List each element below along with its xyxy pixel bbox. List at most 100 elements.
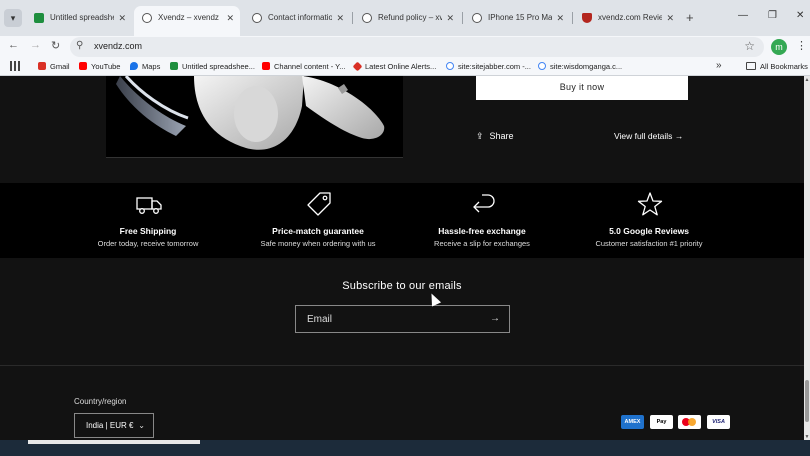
- tab-xvendz-reviews[interactable]: xvendz.com Reviews ✕: [574, 8, 680, 28]
- folder-icon: [746, 62, 756, 70]
- shield-icon: [582, 13, 592, 23]
- minimize-icon[interactable]: —: [738, 10, 748, 21]
- email-input[interactable]: [296, 306, 486, 332]
- feature-subtitle: Order today, receive tomorrow: [97, 239, 199, 248]
- site-info-icon[interactable]: ⚲: [76, 40, 83, 51]
- country-region-label: Country/region: [74, 397, 127, 406]
- bookmark-latest-online-alerts[interactable]: Latest Online Alerts...: [352, 61, 437, 73]
- chevron-down-icon: ⌄: [138, 421, 145, 430]
- product-image-airpods-max[interactable]: [106, 76, 403, 158]
- visa-icon: VISA: [707, 415, 730, 429]
- youtube-icon: [262, 62, 270, 70]
- country-region-value: India | EUR €: [86, 421, 134, 430]
- alert-icon: [352, 61, 363, 72]
- price-tag-icon: [307, 192, 331, 216]
- gmail-icon: [38, 62, 46, 70]
- arrow-right-icon: →: [674, 131, 684, 141]
- close-tab-icon[interactable]: ✕: [336, 8, 344, 28]
- star-icon: [637, 192, 663, 216]
- bookmark-sitejabber[interactable]: site:sitejabber.com -...: [446, 61, 531, 73]
- apps-grid-icon[interactable]: [10, 61, 20, 71]
- tab-separator: [352, 12, 353, 24]
- omnibox[interactable]: ⚲ xvendz.com ☆: [70, 37, 764, 57]
- bookmark-channel-content[interactable]: Channel content - Y...: [262, 61, 345, 73]
- bookmark-maps[interactable]: Maps: [130, 61, 160, 73]
- globe-icon: [142, 13, 152, 23]
- tab-untitled-spreadsheet[interactable]: Untitled spreadsheet ✕: [26, 8, 132, 28]
- bookmark-youtube[interactable]: YouTube: [79, 61, 120, 73]
- features-bar: Free Shipping Order today, receive tomor…: [0, 183, 804, 258]
- bookmark-label: All Bookmarks: [760, 62, 808, 71]
- bookmark-label: Untitled spreadshee...: [182, 62, 255, 71]
- apple-pay-icon: Pay: [650, 415, 673, 429]
- restore-icon[interactable]: ❐: [768, 10, 777, 21]
- scrollbar-thumb[interactable]: [805, 380, 809, 422]
- amex-icon: AMEX: [621, 415, 644, 429]
- tab-search-button[interactable]: ▾: [4, 9, 22, 27]
- amex-label: AMEX: [624, 419, 641, 425]
- back-icon[interactable]: ←: [8, 39, 19, 51]
- apple-pay-label: Pay: [656, 419, 667, 425]
- feature-google-reviews: 5.0 Google Reviews Customer satisfaction…: [559, 183, 739, 258]
- tab-xvendz[interactable]: Xvendz – xvendz ✕: [134, 6, 240, 36]
- feature-hassle-free-exchange: Hassle-free exchange Receive a slip for …: [392, 183, 572, 258]
- close-tab-icon[interactable]: ✕: [446, 8, 454, 28]
- email-field[interactable]: →: [295, 305, 510, 333]
- subscribe-arrow-icon[interactable]: →: [490, 313, 500, 324]
- bookmark-gmail[interactable]: Gmail: [38, 61, 70, 73]
- sheets-icon: [170, 62, 178, 70]
- tab-title: Contact information: [268, 13, 332, 22]
- forward-icon[interactable]: →: [30, 39, 41, 51]
- tab-contact-information[interactable]: Contact information ✕: [244, 8, 350, 28]
- view-full-details-link[interactable]: View full details →: [614, 131, 683, 141]
- view-full-details-label: View full details: [614, 131, 673, 141]
- address-bar: ← → ↻ ⚲ xvendz.com ☆ m ⋮: [0, 36, 810, 58]
- close-tab-icon[interactable]: ✕: [226, 6, 234, 30]
- feature-title: 5.0 Google Reviews: [609, 226, 689, 236]
- tab-title: IPhone 15 Pro Max: [488, 13, 552, 22]
- feature-price-match: Price-match guarantee Safe money when or…: [228, 183, 408, 258]
- bookmarks-bar: Gmail YouTube Maps Untitled spreadshee..…: [0, 58, 810, 76]
- taskbar-strip: [0, 440, 810, 456]
- tab-iphone-15-pro-max[interactable]: IPhone 15 Pro Max ✕: [464, 8, 570, 28]
- menu-kebab-icon[interactable]: ⋮: [796, 39, 807, 52]
- new-tab-icon[interactable]: +: [686, 10, 694, 25]
- url-text[interactable]: xvendz.com: [94, 41, 142, 51]
- close-tab-icon[interactable]: ✕: [118, 8, 126, 28]
- bookmark-label: site:wisdomganga.c...: [550, 62, 623, 71]
- mastercard-icon: [678, 415, 701, 429]
- country-region-select[interactable]: India | EUR € ⌄: [74, 413, 154, 438]
- share-button[interactable]: ⇪ Share: [476, 131, 514, 142]
- bookmark-untitled-spreadsheet[interactable]: Untitled spreadshee...: [170, 61, 255, 73]
- tab-separator: [572, 12, 573, 24]
- close-tab-icon[interactable]: ✕: [666, 8, 674, 28]
- buy-it-now-button[interactable]: Buy it now: [476, 76, 688, 100]
- screen: ▾ Untitled spreadsheet ✕ Xvendz – xvendz…: [0, 0, 810, 456]
- feature-title: Price-match guarantee: [272, 226, 364, 236]
- bookmark-label: Latest Online Alerts...: [365, 62, 437, 71]
- close-tab-icon[interactable]: ✕: [556, 8, 564, 28]
- close-window-icon[interactable]: ✕: [796, 10, 804, 21]
- tab-refund-policy[interactable]: Refund policy – xvendz ✕: [354, 8, 460, 28]
- bookmark-wisdomganga[interactable]: site:wisdomganga.c...: [538, 61, 622, 73]
- page-content: Buy it now ⇪ Share View full details → Fr…: [0, 76, 804, 456]
- reload-icon[interactable]: ↻: [51, 39, 60, 52]
- bookmark-label: YouTube: [91, 62, 121, 71]
- bookmark-label: site:sitejabber.com -...: [458, 62, 531, 71]
- profile-avatar[interactable]: m: [771, 39, 787, 55]
- page-scrollbar[interactable]: ▲ ▼: [804, 76, 810, 440]
- bookmark-star-icon[interactable]: ☆: [744, 39, 755, 53]
- feature-title: Hassle-free exchange: [438, 226, 526, 236]
- globe-icon: [252, 13, 262, 23]
- bookmark-label: Channel content - Y...: [274, 62, 346, 71]
- youtube-icon: [79, 62, 87, 70]
- feature-title: Free Shipping: [119, 226, 177, 236]
- feature-subtitle: Customer satisfaction #1 priority: [595, 239, 703, 248]
- tab-title: Refund policy – xvendz: [378, 13, 442, 22]
- google-icon: [446, 62, 454, 70]
- maps-icon: [130, 62, 138, 70]
- scroll-up-icon[interactable]: ▲: [804, 77, 810, 83]
- all-bookmarks[interactable]: All Bookmarks: [746, 61, 808, 73]
- tab-title: xvendz.com Reviews: [598, 13, 662, 22]
- more-bookmarks-icon[interactable]: »: [716, 60, 722, 71]
